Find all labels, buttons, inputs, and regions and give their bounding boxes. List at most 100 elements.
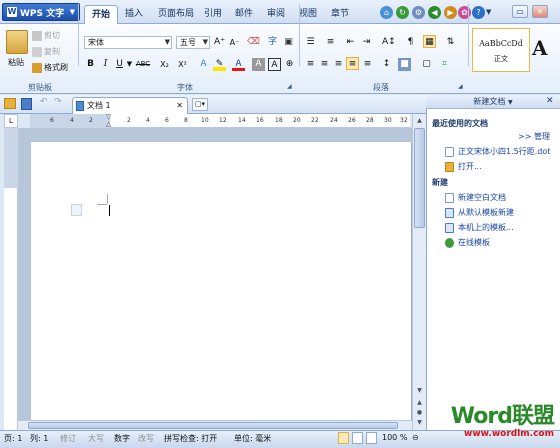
document-page[interactable] [31,142,411,430]
align-left-icon[interactable]: ≡ [304,58,317,71]
scroll-up-icon[interactable]: ▲ [415,116,424,125]
font-color-icon[interactable]: A [232,58,245,71]
status-overwrite[interactable]: 改写 [138,433,154,444]
new-blank-document-link[interactable]: 新建空白文档 [445,192,506,203]
zoom-level[interactable]: 100 % [382,433,407,442]
line-spacing-icon[interactable]: ↕ [380,58,393,71]
status-spell-check[interactable]: 拼写检查: 打开 [164,433,217,444]
help-dropdown-icon[interactable]: ▼ [486,8,491,16]
forward-icon[interactable]: ▶ [444,6,457,19]
task-pane-header[interactable]: 新建文档 ▼ [426,95,560,109]
style-normal-button[interactable]: AaBbCcDd 正文 [472,28,530,72]
settings-icon[interactable]: ⚙ [412,6,425,19]
new-from-default-template-link[interactable]: 从默认模板新建 [445,207,514,218]
open-link[interactable]: 打开... [445,161,482,172]
increase-indent-icon[interactable]: ⇥ [360,36,373,49]
tab-mail[interactable]: 邮件 [228,5,260,24]
italic-button[interactable]: I [99,58,112,71]
next-page-icon[interactable]: ▼ [415,418,424,427]
recent-doc-item[interactable]: 正文宋体小四1.5行距.dot [445,146,550,157]
superscript-button[interactable]: X² [176,58,189,71]
tab-section[interactable]: 章节 [324,5,356,24]
open-folder-icon[interactable] [4,98,16,109]
close-button[interactable]: ✕ [532,5,548,18]
font-size-select[interactable]: 五号 ▼ [176,36,210,49]
tab-view[interactable]: 视图 [292,5,324,24]
paste-button[interactable]: 粘贴 [8,57,24,68]
font-dialog-launcher-icon[interactable]: ◢ [287,83,292,90]
tab-references[interactable]: 引用 [197,5,229,24]
cut-button[interactable]: 剪切 [32,30,60,41]
chinese-layout-icon[interactable]: A↕ [382,36,396,49]
font-name-select[interactable]: 宋体 ▼ [84,36,172,49]
help-icon[interactable]: ? [472,6,485,19]
strikethrough-button[interactable]: ABC [134,58,152,71]
borders-icon[interactable]: ▢ [420,58,433,71]
local-templates-link[interactable]: 本机上的模板... [445,222,514,233]
copy-button[interactable]: 复制 [32,46,60,57]
restore-button[interactable]: ▭ [512,5,528,18]
manage-link[interactable]: >> 管理 [518,131,550,142]
numbering-icon[interactable]: ≡ [324,36,337,49]
align-center-icon[interactable]: ≡ [318,58,331,71]
scroll-thumb[interactable] [28,422,398,429]
redo-icon[interactable]: ↷ [54,97,62,107]
text-effect-icon[interactable]: A [197,58,210,71]
browse-object-icon[interactable]: ● [415,408,424,417]
sort-icon[interactable]: ⇅ [444,36,457,49]
highlight-icon[interactable]: ✎ [213,58,226,71]
close-tab-icon[interactable]: ✕ [176,98,183,114]
outline-view-icon[interactable] [352,432,363,444]
status-revision[interactable]: 修订 [60,433,76,444]
undo-icon[interactable]: ↶ [40,97,48,107]
show-marks-icon[interactable]: ¶ [404,36,417,49]
wps-app-menu-button[interactable]: W WPS 文字 ▼ [2,3,80,21]
justify-icon[interactable]: ≡ [346,57,359,70]
phonetic-icon[interactable]: 字 [266,36,279,49]
decrease-indent-icon[interactable]: ⇤ [344,36,357,49]
refresh-icon[interactable]: ↻ [396,6,409,19]
tab-home[interactable]: 开始 [84,5,119,24]
scroll-down-icon[interactable]: ▼ [415,386,424,395]
clear-format-icon[interactable]: ⌫ [247,36,260,49]
close-pane-icon[interactable]: ✕ [546,96,554,106]
tab-review[interactable]: 审阅 [260,5,292,24]
tab-insert[interactable]: 插入 [118,5,150,24]
shading-icon[interactable]: ■ [398,58,411,71]
char-shading-icon[interactable]: A [252,58,265,71]
char-scale-icon[interactable]: ⊕ [283,58,296,71]
paragraph-dialog-launcher-icon[interactable]: ◢ [458,83,463,90]
web-view-icon[interactable] [366,432,377,444]
grow-font-button[interactable]: A⁺ [213,36,226,49]
online-templates-link[interactable]: 在线模板 [445,237,490,248]
scroll-thumb[interactable] [414,128,425,228]
enclosed-char-icon[interactable]: A [268,58,281,71]
horizontal-scrollbar[interactable] [18,420,412,430]
tab-stop-selector-icon[interactable]: L [4,114,18,128]
document-tab[interactable]: 文档 1 ✕ [72,97,188,114]
status-unit[interactable]: 单位: 毫米 [234,433,271,444]
vertical-scrollbar[interactable]: ▲ ▼ ▲ ● ▼ [412,114,426,430]
new-tab-button[interactable]: ▢▾ [192,98,208,111]
char-border-icon[interactable]: ▣ [282,36,295,49]
subscript-button[interactable]: X₂ [158,58,171,71]
indent-marker-icon[interactable]: ▽ △ [106,114,112,128]
distribute-icon[interactable]: ≡ [361,58,374,71]
save-icon[interactable] [21,98,32,110]
shrink-font-button[interactable]: A⁻ [228,36,241,49]
bullets-icon[interactable]: ☰ [304,36,317,49]
home-icon[interactable]: ⌂ [380,6,393,19]
align-right-icon[interactable]: ≡ [332,58,345,71]
page-view-icon[interactable] [338,432,349,444]
back-icon[interactable]: ◀ [428,6,441,19]
format-painter-button[interactable]: 格式刷 [32,62,68,73]
paragraph-tools-icon[interactable]: ⌗ [438,58,451,71]
tab-page-layout[interactable]: 页面布局 [151,5,201,24]
previous-page-icon[interactable]: ▲ [415,398,424,407]
style-gallery-more-button[interactable]: A [532,36,548,60]
paste-icon[interactable] [6,30,28,54]
table-frame-icon[interactable]: ▦ [423,35,436,48]
skin-icon[interactable]: ✿ [458,6,471,19]
bold-button[interactable]: B [84,58,97,71]
zoom-out-icon[interactable]: ⊖ [412,433,419,442]
